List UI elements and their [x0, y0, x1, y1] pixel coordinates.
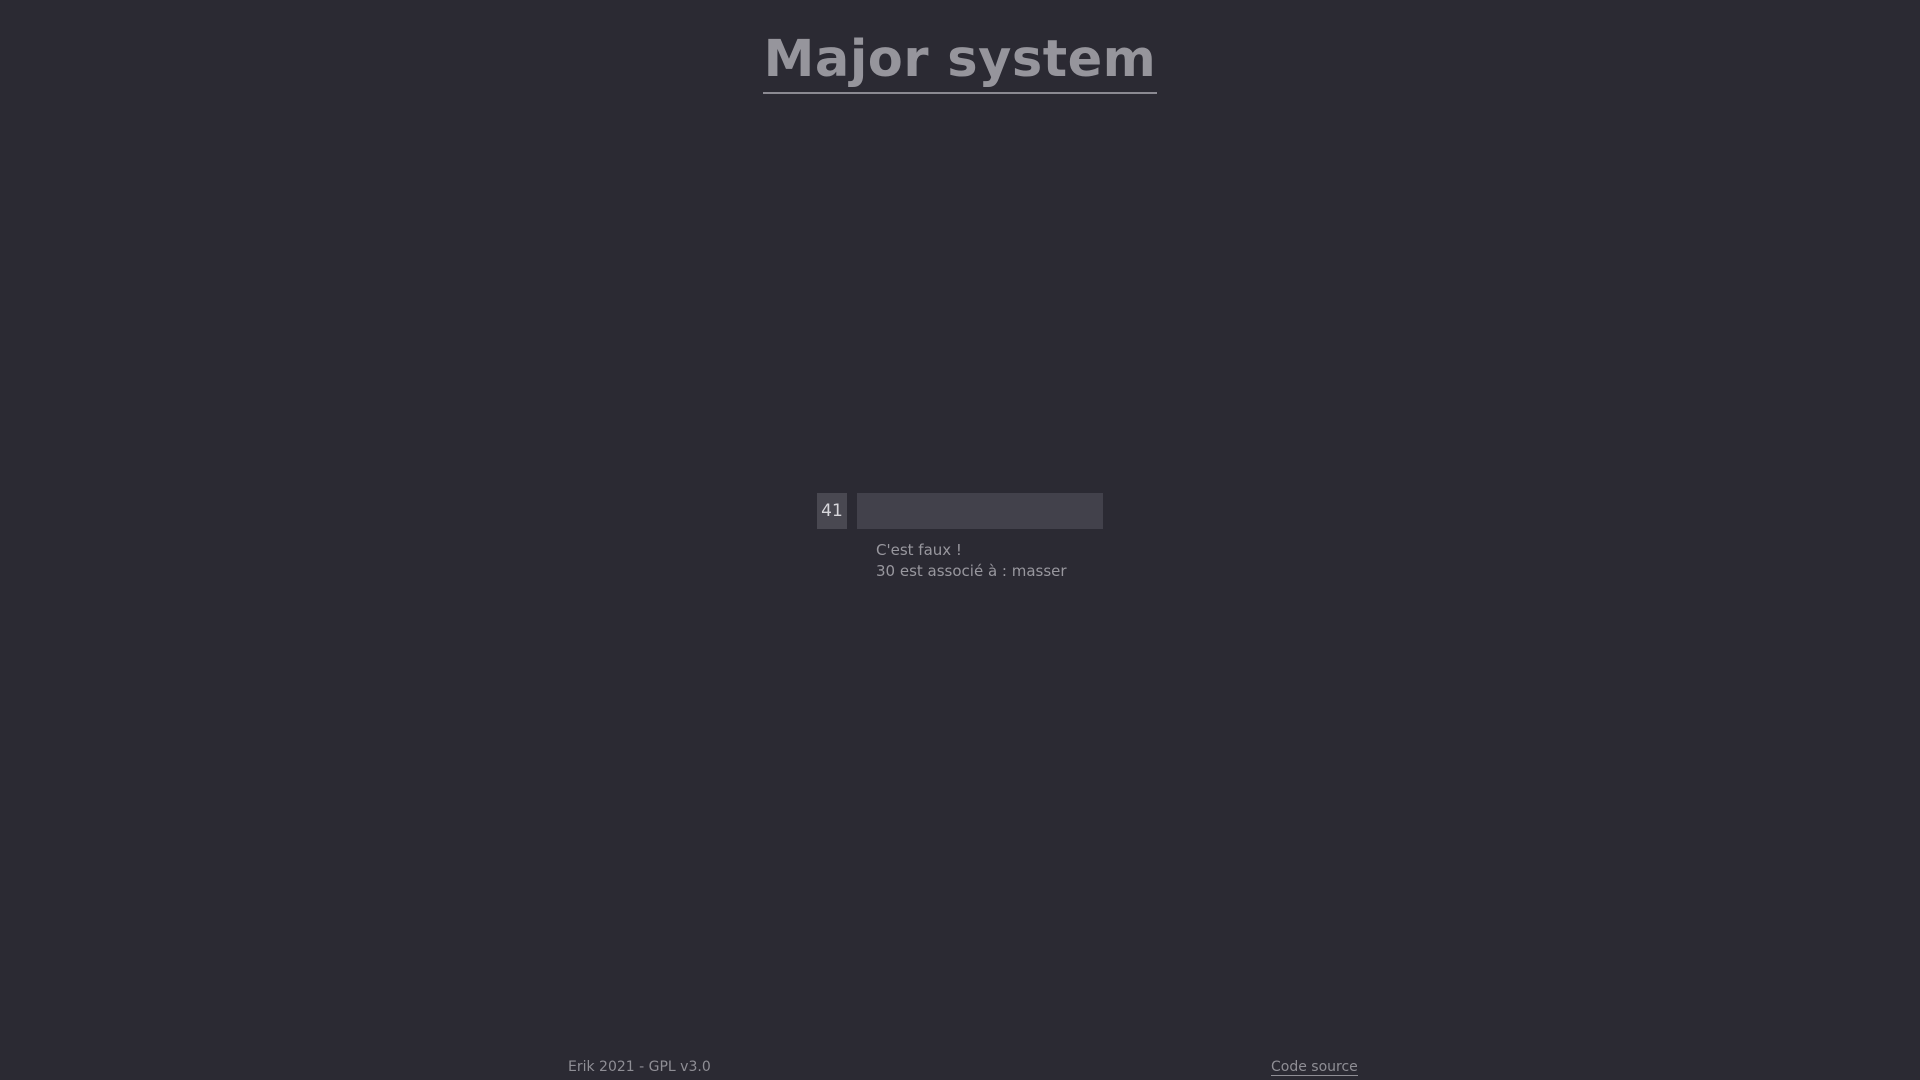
answer-input[interactable] [857, 493, 1103, 529]
feedback-status: C'est faux ! [876, 541, 962, 559]
quiz-row: 41 [817, 493, 1107, 529]
footer-credits: Erik 2021 - GPL v3.0 [568, 1059, 711, 1075]
page-title-link[interactable]: Major system [762, 28, 1158, 94]
feedback-message: C'est faux ! 30 est associé à : masser [876, 540, 1067, 582]
page-header: Major system [0, 28, 1920, 94]
source-code-link[interactable]: Code source [1271, 1059, 1358, 1076]
footer-source: Code source [1271, 1057, 1358, 1077]
feedback-correction: 30 est associé à : masser [876, 562, 1067, 580]
number-to-guess: 41 [817, 493, 847, 529]
